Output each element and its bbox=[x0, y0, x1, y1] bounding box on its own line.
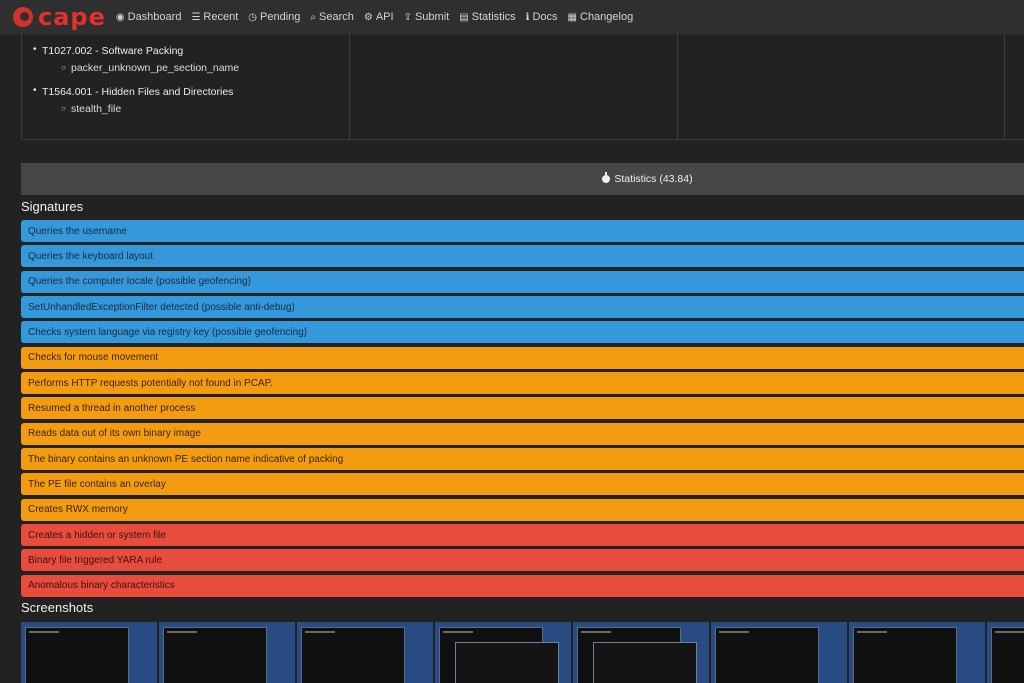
nav-item-submit[interactable]: ⇪ Submit bbox=[404, 11, 450, 23]
circle-bullet-icon: ○ bbox=[61, 104, 66, 113]
nav-item-dashboard[interactable]: ◉ Dashboard bbox=[116, 11, 182, 23]
cape-logo-icon bbox=[13, 7, 33, 27]
ttp-title: T1564.001 - Hidden Files and Directories bbox=[42, 86, 234, 98]
list-icon: ☰ bbox=[191, 11, 201, 23]
bullet-icon: • bbox=[33, 44, 37, 55]
stopwatch-icon bbox=[602, 172, 611, 183]
signature-row[interactable]: Queries the keyboard layout bbox=[21, 245, 1024, 268]
ttp-entry: • T1027.002 - Software Packing ○ packer_… bbox=[22, 44, 349, 74]
chart-icon: ▤ bbox=[459, 11, 469, 23]
ttp-table: • T1027.002 - Software Packing ○ packer_… bbox=[21, 34, 1024, 140]
signature-row[interactable]: Binary file triggered YARA rule bbox=[21, 549, 1024, 572]
nav-item-label: Recent bbox=[203, 11, 239, 23]
nav-item-pending[interactable]: ◷ Pending bbox=[248, 11, 300, 23]
signature-row[interactable]: Creates RWX memory bbox=[21, 498, 1024, 521]
signature-row[interactable]: Reads data out of its own binary image bbox=[21, 422, 1024, 445]
nav-item-api[interactable]: ⚙ API bbox=[364, 11, 394, 23]
screenshot-thumbnail[interactable] bbox=[159, 622, 295, 683]
screenshot-thumbnail[interactable] bbox=[849, 622, 985, 683]
ttp-title: T1027.002 - Software Packing bbox=[42, 45, 184, 57]
nav-item-label: API bbox=[375, 11, 394, 23]
search-icon: ⌕ bbox=[310, 11, 316, 23]
signature-row[interactable]: The PE file contains an overlay bbox=[21, 473, 1024, 496]
signature-row[interactable]: Anomalous binary characteristics bbox=[21, 574, 1024, 597]
nav-item-docs[interactable]: ℹ Docs bbox=[526, 11, 558, 23]
signatures-heading: Signatures bbox=[21, 199, 84, 214]
screenshot-thumbnail[interactable] bbox=[573, 622, 709, 683]
brand-name: cape bbox=[38, 3, 106, 31]
gear-icon: ⚙ bbox=[363, 11, 373, 23]
screenshot-window bbox=[715, 627, 819, 683]
navbar: cape ◉ Dashboard ☰ Recent ◷ Pending ⌕ Search ⚙ AP… bbox=[0, 0, 1024, 35]
screenshot-window bbox=[593, 642, 697, 683]
nav-item-label: Docs bbox=[532, 11, 558, 23]
signature-list: Queries the username Queries the keyboard… bbox=[21, 220, 1024, 600]
screenshots-heading: Screenshots bbox=[21, 600, 94, 615]
signature-row[interactable]: Queries the username bbox=[21, 220, 1024, 242]
circle-bullet-icon: ○ bbox=[61, 63, 66, 72]
nav-item-label: Statistics bbox=[471, 11, 516, 23]
nav-item-label: Search bbox=[319, 11, 354, 23]
nav-item-recent[interactable]: ☰ Recent bbox=[191, 11, 238, 23]
ttp-signature-name: packer_unknown_pe_section_name bbox=[71, 62, 240, 74]
ttp-cell-empty bbox=[1004, 34, 1024, 139]
statistics-label-wrap: Statistics (43.84) bbox=[602, 172, 693, 185]
screenshot-strip bbox=[21, 622, 1024, 683]
ttp-cell: • T1027.002 - Software Packing ○ packer_… bbox=[21, 34, 349, 139]
ttp-signature-name: stealth_file bbox=[71, 103, 122, 115]
signature-row[interactable]: Resumed a thread in another process bbox=[21, 397, 1024, 420]
statistics-label: Statistics (43.84) bbox=[614, 173, 693, 185]
screenshot-thumbnail[interactable] bbox=[435, 622, 571, 683]
screenshot-window bbox=[25, 627, 129, 683]
ttp-sub-item: ○ packer_unknown_pe_section_name bbox=[42, 62, 349, 74]
nav-item-label: Changelog bbox=[580, 11, 634, 23]
signature-row[interactable]: The binary contains an unknown PE sectio… bbox=[21, 448, 1024, 471]
nav-item-label: Submit bbox=[414, 11, 450, 23]
signature-row[interactable]: Performs HTTP requests potentially not f… bbox=[21, 372, 1024, 395]
newspaper-icon: ▦ bbox=[567, 11, 577, 23]
screenshot-window bbox=[991, 627, 1024, 683]
screenshot-thumbnail[interactable] bbox=[297, 622, 433, 683]
brand-logo[interactable]: cape bbox=[13, 5, 106, 29]
info-icon: ℹ bbox=[525, 11, 530, 23]
screenshot-thumbnail[interactable] bbox=[21, 622, 157, 683]
screenshot-window bbox=[455, 642, 559, 683]
signature-row[interactable]: Checks for mouse movement bbox=[21, 346, 1024, 369]
statistics-toggle[interactable]: Statistics (43.84) bbox=[21, 163, 1024, 195]
nav-item-statistics[interactable]: ▤ Statistics bbox=[459, 11, 515, 23]
signature-row[interactable]: SetUnhandledExceptionFilter detected (po… bbox=[21, 296, 1024, 319]
ttp-cell-empty bbox=[349, 34, 677, 139]
nav-item-search[interactable]: ⌕ Search bbox=[310, 11, 353, 23]
clock-icon: ◷ bbox=[248, 11, 258, 23]
ttp-list: • T1027.002 - Software Packing ○ packer_… bbox=[22, 44, 349, 115]
signature-row[interactable]: Queries the computer locale (possible ge… bbox=[21, 270, 1024, 293]
ttp-sub-item: ○ stealth_file bbox=[42, 103, 349, 115]
nav-item-label: Dashboard bbox=[127, 11, 182, 23]
nav-item-changelog[interactable]: ▦ Changelog bbox=[568, 11, 634, 23]
ttp-entry: • T1564.001 - Hidden Files and Directori… bbox=[22, 85, 349, 115]
dashboard-icon: ◉ bbox=[115, 11, 125, 23]
screenshot-thumbnail[interactable] bbox=[987, 622, 1024, 683]
ttp-cell-empty bbox=[677, 34, 1004, 139]
screenshot-window bbox=[301, 627, 405, 683]
bullet-icon: • bbox=[33, 85, 37, 96]
screenshot-window bbox=[853, 627, 957, 683]
nav-item-label: Pending bbox=[260, 11, 301, 23]
upload-icon: ⇪ bbox=[403, 11, 412, 23]
screenshot-thumbnail[interactable] bbox=[711, 622, 847, 683]
signature-row[interactable]: Creates a hidden or system file bbox=[21, 524, 1024, 547]
screenshot-window bbox=[163, 627, 267, 683]
signature-row[interactable]: Checks system language via registry key … bbox=[21, 321, 1024, 344]
